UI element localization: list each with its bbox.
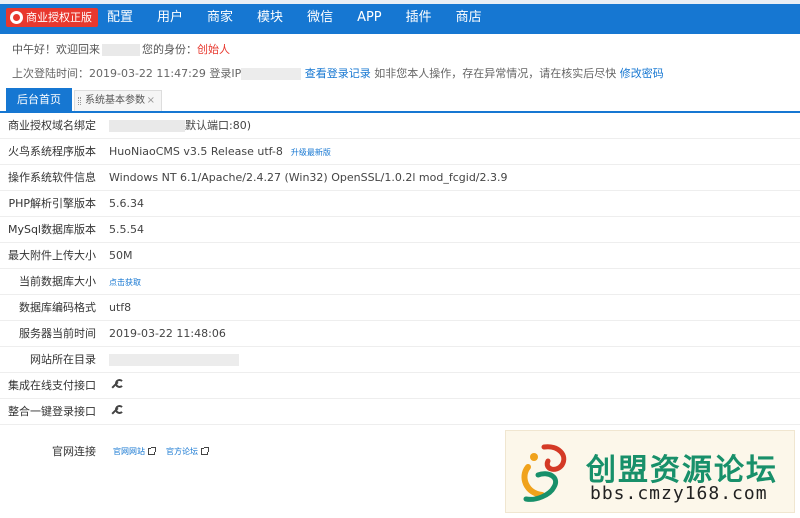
license-badge[interactable]: 商业授权正版 xyxy=(6,8,98,27)
db-charset: utf8 xyxy=(109,300,132,314)
nav-item-modules[interactable]: 模块 xyxy=(245,0,295,34)
table-row: 集成在线支付接口 xyxy=(0,372,800,398)
tab-system-params-label: 系统基本参数 xyxy=(85,95,145,106)
row-value: HuoNiaoCMS v3.5 Release utf-8 升级最新版 xyxy=(104,138,800,164)
seal-icon xyxy=(10,11,23,24)
mysql-version: 5.5.54 xyxy=(109,222,144,236)
directory-redacted xyxy=(109,353,239,366)
row-label: MySql数据库版本 xyxy=(7,223,96,236)
max-upload-size: 50M xyxy=(109,248,133,262)
os-info: Windows NT 6.1/Apache/2.4.27 (Win32) Ope… xyxy=(109,170,508,184)
table-row: 网站所在目录 xyxy=(0,346,800,372)
table-row: 商业授权域名绑定 默认端口:80) xyxy=(0,112,800,138)
row-value xyxy=(104,346,800,372)
close-icon[interactable]: × xyxy=(147,91,155,111)
forum-logo-icon xyxy=(521,444,567,502)
main-nav: 配置 用户 商家 模块 微信 APP 插件 商店 xyxy=(95,0,494,34)
change-password-link[interactable]: 修改密码 xyxy=(620,67,664,80)
row-label: 当前数据库大小 xyxy=(19,275,96,288)
table-row: MySql数据库版本 5.5.54 xyxy=(0,216,800,242)
program-version: HuoNiaoCMS v3.5 Release utf-8 xyxy=(109,144,283,158)
role-label: 您的身份： xyxy=(142,43,197,56)
watermark-url: bbs.cmzy168.com xyxy=(590,483,768,504)
official-links: 官网连接 官网网站 官方论坛 xyxy=(0,440,500,464)
table-row: 火鸟系统程序版本 HuoNiaoCMS v3.5 Release utf-8 升级… xyxy=(0,138,800,164)
table-row: 整合一键登录接口 xyxy=(0,398,800,424)
row-value: 点击获取 xyxy=(104,268,800,294)
table-row: PHP解析引擎版本 5.6.34 xyxy=(0,190,800,216)
nav-item-app[interactable]: APP xyxy=(345,0,394,34)
table-row: 服务器当前时间 2019-03-22 11:48:06 xyxy=(0,320,800,346)
ip-redacted xyxy=(241,68,302,80)
domain-port: 默认端口:80) xyxy=(185,118,251,132)
row-label: 操作系统软件信息 xyxy=(8,171,96,184)
row-value xyxy=(104,372,800,398)
wrench-icon[interactable] xyxy=(109,404,124,416)
row-label: 数据库编码格式 xyxy=(19,301,96,314)
row-label: 整合一键登录接口 xyxy=(8,405,96,418)
nav-item-config[interactable]: 配置 xyxy=(95,0,145,34)
tab-home[interactable]: 后台首页 xyxy=(6,88,72,112)
row-value: 默认端口:80) xyxy=(104,112,800,138)
system-info-table: 商业授权域名绑定 默认端口:80) 火鸟系统程序版本 HuoNiaoCMS v3… xyxy=(0,112,800,425)
row-label: 商业授权域名绑定 xyxy=(8,118,96,132)
table-row: 操作系统软件信息 Windows NT 6.1/Apache/2.4.27 (W… xyxy=(0,164,800,190)
last-login-label: 上次登陆时间：2019-03-22 11:47:29 登录IP xyxy=(12,67,242,80)
row-label: 网站所在目录 xyxy=(30,353,96,366)
row-label: 集成在线支付接口 xyxy=(8,379,96,392)
greeting-prefix: 中午好！欢迎回来 xyxy=(12,43,100,56)
nav-item-plugins[interactable]: 插件 xyxy=(394,0,444,34)
row-value xyxy=(104,398,800,424)
top-navbar: 商业授权正版 配置 用户 商家 模块 微信 APP 插件 商店 xyxy=(0,0,800,34)
server-time: 2019-03-22 11:48:06 xyxy=(109,326,226,340)
wrench-icon[interactable] xyxy=(109,378,124,390)
role-value: 创始人 xyxy=(197,43,230,56)
drag-grip-icon[interactable] xyxy=(78,97,81,105)
username-redacted xyxy=(102,44,140,56)
row-label: PHP解析引擎版本 xyxy=(8,197,96,210)
license-badge-label: 商业授权正版 xyxy=(26,11,92,24)
table-row: 当前数据库大小 点击获取 xyxy=(0,268,800,294)
table-row: 数据库编码格式 utf8 xyxy=(0,294,800,320)
nav-item-merchants[interactable]: 商家 xyxy=(195,0,245,34)
login-warning: 如非您本人操作，存在异常情况，请在核实后尽快 xyxy=(374,67,617,80)
nav-item-wechat[interactable]: 微信 xyxy=(295,0,345,34)
row-label: 火鸟系统程序版本 xyxy=(8,145,96,158)
tab-system-params[interactable]: 系统基本参数 × xyxy=(74,90,162,111)
nav-item-store[interactable]: 商店 xyxy=(444,0,494,34)
upgrade-link[interactable]: 升级最新版 xyxy=(291,148,331,157)
official-forum-link[interactable]: 官方论坛 xyxy=(166,440,209,464)
page-tabs: 后台首页 系统基本参数 × xyxy=(0,88,800,113)
table-row: 最大附件上传大小 50M xyxy=(0,242,800,268)
greeting: 中午好！欢迎回来 您的身份：创始人 xyxy=(12,41,230,57)
view-login-records-link[interactable]: 查看登录记录 xyxy=(305,67,371,80)
official-site-label: 官网网站 xyxy=(113,447,145,456)
official-forum-label: 官方论坛 xyxy=(166,447,198,456)
external-link-icon xyxy=(201,447,209,455)
get-db-size-link[interactable]: 点击获取 xyxy=(109,278,141,287)
row-label: 服务器当前时间 xyxy=(19,327,96,340)
row-label: 最大附件上传大小 xyxy=(8,249,96,262)
php-version: 5.6.34 xyxy=(109,196,144,210)
last-login-info: 上次登陆时间：2019-03-22 11:47:29 登录IP 查看登录记录 如… xyxy=(12,65,664,81)
domain-redacted xyxy=(109,119,185,132)
nav-item-users[interactable]: 用户 xyxy=(145,0,195,34)
official-site-link[interactable]: 官网网站 xyxy=(113,440,156,464)
external-link-icon xyxy=(148,447,156,455)
official-links-label: 官网连接 xyxy=(52,445,96,458)
watermark: 创盟资源论坛 bbs.cmzy168.com xyxy=(505,430,795,513)
